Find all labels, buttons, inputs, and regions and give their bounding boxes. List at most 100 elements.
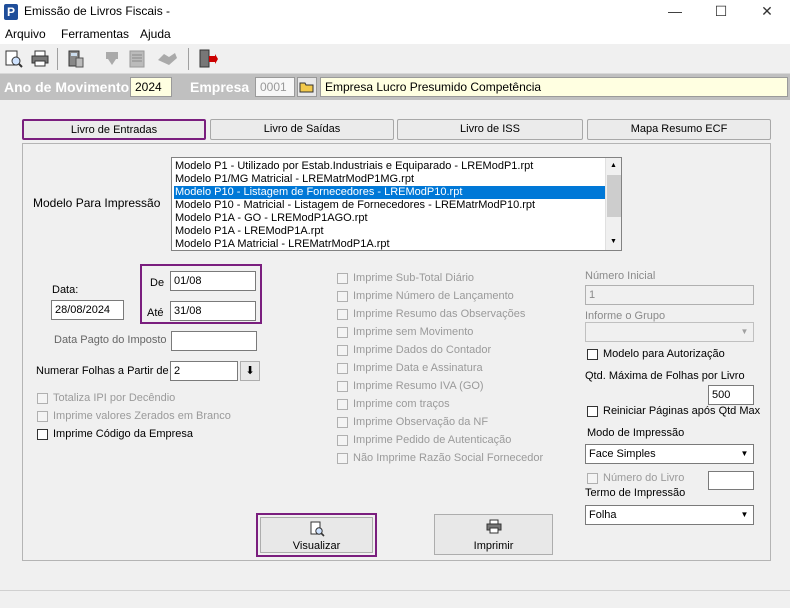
grupo-label: Informe o Grupo	[585, 310, 666, 322]
exit-icon[interactable]	[195, 48, 219, 70]
minimize-button[interactable]: —	[652, 0, 698, 24]
check-resumo-iva[interactable]	[337, 381, 348, 392]
check-dados-contador[interactable]	[337, 345, 348, 356]
folder-icon[interactable]	[297, 77, 317, 97]
imprimir-label: Imprimir	[473, 540, 514, 552]
toolbar-separator	[57, 48, 58, 70]
qtd-max-label: Qtd. Máxima de Folhas por Livro	[585, 370, 745, 382]
visualizar-button[interactable]: Visualizar	[260, 517, 373, 553]
list-item[interactable]: Modelo P1 - Utilizado por Estab.Industri…	[174, 160, 606, 173]
modo-select[interactable]: Face Simples ▼	[585, 444, 754, 464]
tab-livro-saidas[interactable]: Livro de Saídas	[210, 119, 394, 140]
label-sem-movimento: Imprime sem Movimento	[353, 326, 474, 338]
label-pedido-autenticacao: Imprime Pedido de Autenticação	[353, 434, 512, 446]
termo-select[interactable]: Folha ▼	[585, 505, 754, 525]
label-dados-contador: Imprime Dados do Contador	[353, 344, 492, 356]
list-item[interactable]: Modelo P1A Matricial - LREMatrModP1A.rpt	[174, 238, 606, 250]
scroll-down-icon[interactable]: ▼	[610, 238, 617, 245]
modelo-listbox[interactable]: Modelo P1 - Utilizado por Estab.Industri…	[171, 157, 622, 251]
close-button[interactable]: ✕	[744, 0, 790, 24]
tab-label: Mapa Resumo ECF	[630, 123, 728, 135]
scroll-thumb[interactable]	[607, 175, 621, 217]
modo-value: Face Simples	[589, 448, 656, 460]
check-nao-imprime-razao[interactable]	[337, 453, 348, 464]
modo-label: Modo de Impressão	[587, 427, 685, 439]
numerar-label: Numerar Folhas a Partir de	[36, 365, 169, 377]
window-title: Emissão de Livros Fiscais -	[24, 4, 171, 18]
preview-icon[interactable]	[2, 48, 26, 70]
de-input[interactable]: 01/08	[170, 271, 256, 291]
scroll-up-icon[interactable]: ▲	[610, 162, 617, 169]
tab-mapa-resumo-ecf[interactable]: Mapa Resumo ECF	[587, 119, 771, 140]
handshake-icon	[155, 48, 179, 70]
totaliza-ipi-label: Totaliza IPI por Decêndio	[53, 392, 176, 404]
print-icon[interactable]	[28, 48, 52, 70]
list-item[interactable]: Modelo P1/MG Matricial - LREMatrModP1MG.…	[174, 173, 606, 186]
document-icon	[126, 48, 150, 70]
list-item-selected[interactable]: Modelo P10 - Listagem de Fornecedores - …	[174, 186, 606, 199]
zerados-branco-label: Imprime valores Zerados em Branco	[53, 410, 231, 422]
check-resumo-observacoes[interactable]	[337, 309, 348, 320]
check-numero-lancamento[interactable]	[337, 291, 348, 302]
tab-label: Livro de Entradas	[70, 124, 158, 136]
menu-ferramentas[interactable]: Ferramentas	[61, 27, 129, 41]
calculator-icon[interactable]	[64, 48, 88, 70]
codigo-empresa-checkbox[interactable]	[37, 429, 48, 440]
check-sub-total-diario[interactable]	[337, 273, 348, 284]
termo-value: Folha	[589, 509, 617, 521]
check-data-assinatura[interactable]	[337, 363, 348, 374]
label-com-tracos: Imprime com traços	[353, 398, 450, 410]
zerados-branco-checkbox[interactable]	[37, 411, 48, 422]
qtd-max-input[interactable]: 500	[708, 385, 754, 405]
numero-livro-input[interactable]	[708, 471, 754, 490]
tab-livro-entradas[interactable]: Livro de Entradas	[22, 119, 206, 140]
arrow-down-icon: ⬇	[245, 365, 255, 377]
tab-label: Livro de Saídas	[263, 123, 341, 135]
numero-inicial-input[interactable]: 1	[585, 285, 754, 305]
list-item[interactable]: Modelo P10 - Matricial - Listagem de For…	[174, 199, 606, 212]
menu-ajuda[interactable]: Ajuda	[140, 27, 171, 41]
check-observacao-nf[interactable]	[337, 417, 348, 428]
app-icon: P	[4, 4, 18, 20]
numero-livro-checkbox[interactable]	[587, 473, 598, 484]
label-numero-lancamento: Imprime Número de Lançamento	[353, 290, 514, 302]
check-com-tracos[interactable]	[337, 399, 348, 410]
pagto-label: Data Pagto do Imposto	[54, 334, 167, 346]
download-icon	[100, 48, 124, 70]
empresa-name: Empresa Lucro Presumido Competência	[320, 77, 788, 97]
empresa-code-input[interactable]: 0001	[255, 77, 295, 97]
grupo-select[interactable]: ▼	[585, 322, 754, 342]
preview-icon	[261, 518, 372, 537]
modelo-autorizacao-label: Modelo para Autorização	[603, 348, 725, 360]
pagto-input[interactable]	[171, 331, 257, 351]
empresa-label: Empresa	[190, 79, 250, 95]
chevron-down-icon: ▼	[740, 327, 749, 336]
termo-label: Termo de Impressão	[585, 487, 686, 499]
data-input[interactable]: 28/08/2024	[51, 300, 124, 320]
tab-label: Livro de ISS	[460, 123, 520, 135]
reiniciar-label: Reiniciar Páginas após Qtd Max	[603, 405, 761, 417]
chevron-down-icon: ▼	[740, 449, 749, 458]
list-item[interactable]: Modelo P1A - LREModP1A.rpt	[174, 225, 606, 238]
chevron-down-icon: ▼	[740, 510, 749, 519]
check-pedido-autenticacao[interactable]	[337, 435, 348, 446]
ate-input[interactable]: 31/08	[170, 301, 256, 321]
ano-input[interactable]: 2024	[130, 77, 172, 97]
data-label: Data:	[52, 284, 79, 296]
numerar-input[interactable]: 2	[170, 361, 238, 381]
imprimir-button[interactable]: Imprimir	[434, 514, 553, 555]
list-scrollbar[interactable]: ▲ ▼	[605, 158, 621, 250]
tab-livro-iss[interactable]: Livro de ISS	[397, 119, 583, 140]
totaliza-ipi-checkbox[interactable]	[37, 393, 48, 404]
print-icon	[435, 515, 552, 534]
check-sem-movimento[interactable]	[337, 327, 348, 338]
reiniciar-checkbox[interactable]	[587, 406, 598, 417]
modelo-autorizacao-checkbox[interactable]	[587, 349, 598, 360]
ano-label: Ano de Movimento	[4, 79, 130, 95]
menu-arquivo[interactable]: Arquivo	[5, 27, 46, 41]
list-item[interactable]: Modelo P1A - GO - LREModP1AGO.rpt	[174, 212, 606, 225]
maximize-button[interactable]: ☐	[698, 0, 744, 24]
modelo-label: Modelo Para Impressão	[33, 196, 161, 210]
numero-livro-label: Número do Livro	[603, 472, 685, 484]
numerar-spin-button[interactable]: ⬇	[240, 361, 260, 381]
